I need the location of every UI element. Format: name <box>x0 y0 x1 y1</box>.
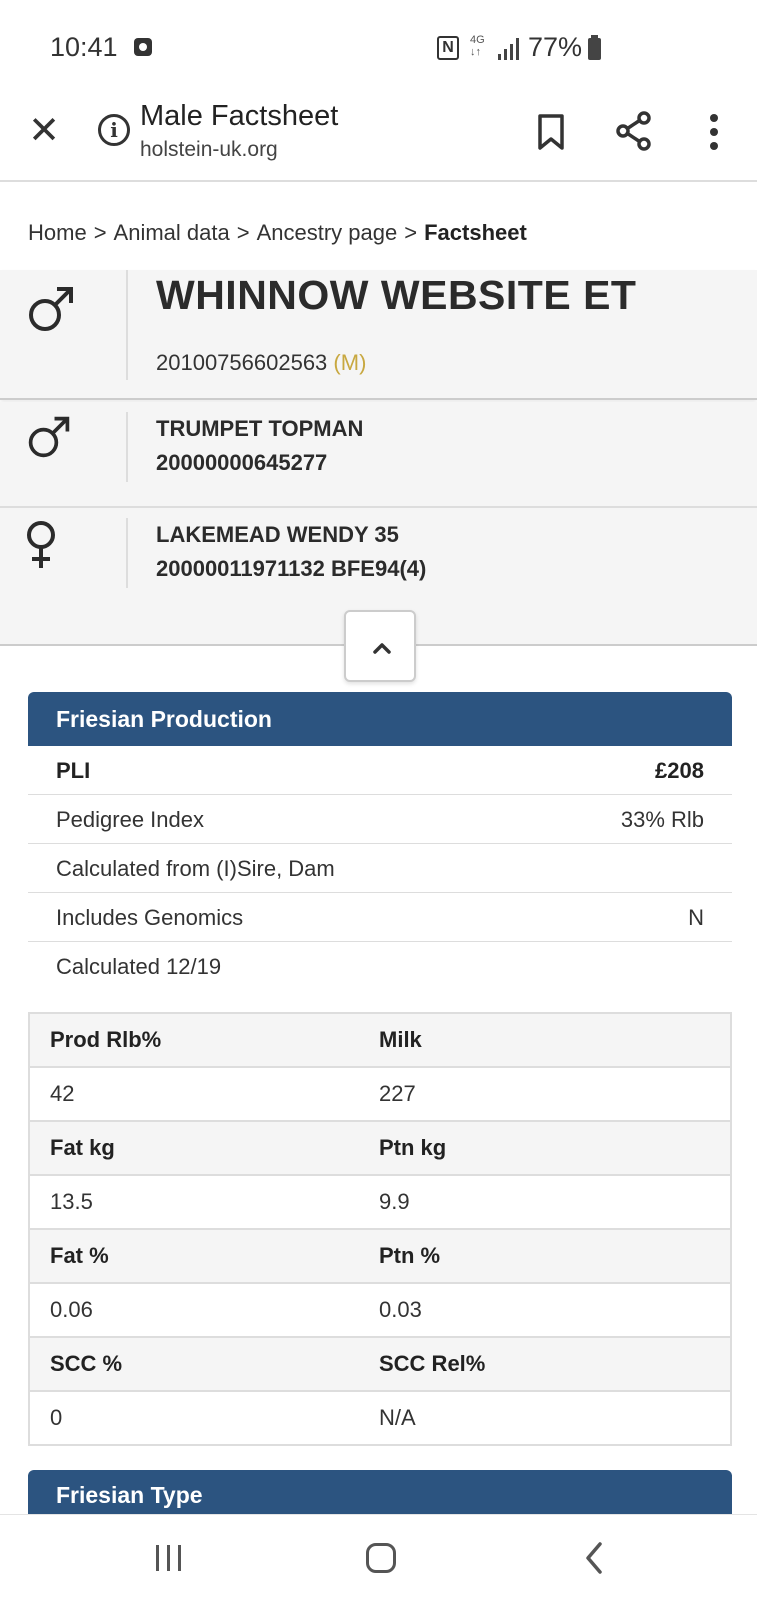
home-icon[interactable] <box>366 1543 396 1573</box>
table-header-cell: SCC Rel% <box>379 1337 731 1392</box>
table-row: 0.06 0.03 <box>29 1283 731 1338</box>
production-table: Prod Rlb% Milk 42 227 Fat kg Ptn kg 13.5… <box>28 1012 732 1446</box>
status-bar: 10:41 N 4G ↓↑ 77% <box>0 0 757 96</box>
page-title: Male Factsheet <box>140 100 339 132</box>
table-header-cell: Fat kg <box>29 1121 379 1176</box>
animal-sex-code: (M) <box>333 350 367 375</box>
animal-header: WHINNOW WEBSITE ET 20100756602563 (M) <box>0 270 757 400</box>
table-cell: 0.03 <box>379 1283 731 1338</box>
table-cell-na: N/A <box>379 1405 416 1430</box>
production-summary: PLI £208 Pedigree Index 33% Rlb Calculat… <box>28 746 732 991</box>
female-icon <box>27 521 55 568</box>
info-icon[interactable]: i <box>98 114 130 146</box>
breadcrumb-separator: > <box>93 220 107 245</box>
breadcrumb-ancestry-page[interactable]: Ancestry page <box>257 220 398 245</box>
row-value: 33% Rlb <box>620 807 704 832</box>
row-label: PLI <box>56 758 91 783</box>
browser-toolbar: ✕ i Male Factsheet holstein-uk.org <box>0 96 757 182</box>
male-icon <box>29 287 73 331</box>
table-cell: 0 <box>50 1405 63 1430</box>
table-header-cell: Prod Rlb% <box>29 1013 379 1068</box>
type-panel-header[interactable]: Friesian Type <box>28 1470 732 1514</box>
table-cell: 0.06 <box>29 1283 379 1338</box>
table-header-cell: SCC % <box>29 1337 379 1392</box>
bookmark-icon[interactable] <box>532 112 570 152</box>
table-row: 0 N/A <box>29 1391 731 1445</box>
dam-name[interactable]: LAKEMEAD WENDY 35 <box>156 522 399 548</box>
row-value: N <box>688 905 704 930</box>
breadcrumb-animal-data[interactable]: Animal data <box>114 220 230 245</box>
battery-percent: 77% <box>528 32 583 62</box>
row-label: Calculated 12/19 <box>56 954 222 979</box>
status-time: 10:41 <box>50 32 118 62</box>
row-label: Includes Genomics <box>56 905 244 930</box>
male-icon <box>28 416 70 458</box>
table-header-cell: Milk <box>379 1013 731 1068</box>
network-type: 4G ↓↑ <box>470 34 485 58</box>
table-header-row: Fat kg Ptn kg <box>29 1121 731 1176</box>
more-vertical-icon[interactable] <box>700 110 730 154</box>
sire-row[interactable]: TRUMPET TOPMAN 20000000645277 <box>0 402 757 506</box>
animal-name: WHINNOW WEBSITE ET <box>156 272 637 318</box>
divider <box>126 412 128 482</box>
breadcrumb-current: Factsheet <box>424 220 527 245</box>
breadcrumb-home[interactable]: Home <box>28 220 87 245</box>
dam-id: 20000011971132 BFE94(4) <box>156 556 427 581</box>
nfc-icon: N <box>437 36 459 60</box>
page-url[interactable]: holstein-uk.org <box>140 138 278 162</box>
sire-name[interactable]: TRUMPET TOPMAN <box>156 416 363 442</box>
table-cell: 13.5 <box>29 1175 379 1230</box>
table-cell: 227 <box>379 1067 731 1122</box>
table-header-cell: Ptn kg <box>379 1121 731 1176</box>
table-header-cell: Fat % <box>29 1229 379 1284</box>
chevron-up-icon <box>373 643 391 654</box>
battery-icon <box>588 35 601 60</box>
row-label: Calculated from (I)Sire, Dam <box>56 856 335 881</box>
table-header-row: Prod Rlb% Milk <box>29 1013 731 1068</box>
row-label: Pedigree Index <box>56 807 204 832</box>
animal-id: 20100756602563 (M) <box>156 350 367 375</box>
table-cell: 42 <box>29 1067 379 1122</box>
app-notification-icon <box>134 38 152 56</box>
calculated-date-row: Calculated 12/19 <box>28 942 732 991</box>
share-icon[interactable] <box>614 110 654 152</box>
table-cell: 9.9 <box>379 1175 731 1230</box>
pedigree-index-row: Pedigree Index 33% Rlb <box>28 795 732 844</box>
production-panel-header[interactable]: Friesian Production <box>28 692 732 746</box>
table-row: 42 227 <box>29 1067 731 1122</box>
signal-icon <box>498 36 524 60</box>
calculated-from-row: Calculated from (I)Sire, Dam <box>28 844 732 893</box>
collapse-button[interactable] <box>344 610 416 682</box>
includes-genomics-row: Includes Genomics N <box>28 893 732 942</box>
table-row: 13.5 9.9 <box>29 1175 731 1230</box>
table-header-cell: Ptn % <box>379 1229 731 1284</box>
close-icon[interactable]: ✕ <box>26 112 62 150</box>
row-value: £208 <box>655 758 704 783</box>
recent-apps-icon[interactable] <box>154 1545 184 1573</box>
breadcrumb-separator: > <box>236 220 250 245</box>
table-header-row: Fat % Ptn % <box>29 1229 731 1284</box>
breadcrumb: Home > Animal data > Ancestry page > Factsheet <box>28 220 527 246</box>
table-header-row: SCC % SCC Rel% <box>29 1337 731 1392</box>
divider <box>126 270 128 380</box>
sire-id: 20000000645277 <box>156 450 328 475</box>
system-nav-bar <box>0 1514 757 1600</box>
breadcrumb-separator: > <box>404 220 418 245</box>
back-icon[interactable] <box>580 1541 610 1575</box>
divider <box>126 518 128 588</box>
pli-row: PLI £208 <box>28 746 732 795</box>
